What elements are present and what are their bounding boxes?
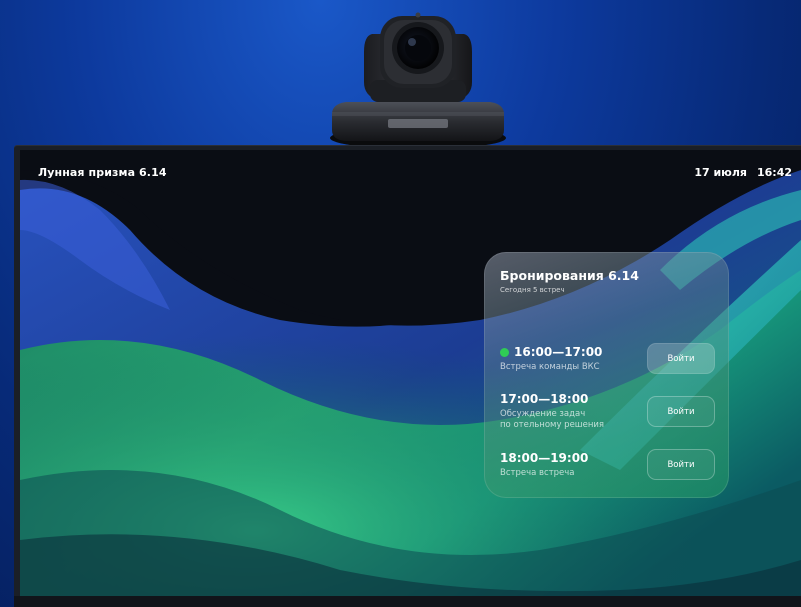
ptz-camera-icon <box>330 12 506 149</box>
join-button[interactable]: Войти <box>647 396 715 427</box>
conference-room-scene: Лунная призма 6.14 17 июля 16:42 Брониро… <box>0 0 801 607</box>
meeting-title: Встреча команды ВКС <box>500 362 600 372</box>
panel-subtitle: Сегодня 5 встреч <box>500 286 565 294</box>
room-name: Лунная призма 6.14 <box>38 166 167 179</box>
meeting-title: Встреча встреча <box>500 468 575 478</box>
meeting-item: 18:00—19:00 Встреча встреча Войти <box>500 449 715 495</box>
meeting-time: 16:00—17:00 <box>500 345 602 359</box>
join-button[interactable]: Войти <box>647 343 715 374</box>
meeting-time: 17:00—18:00 <box>500 392 588 406</box>
booking-panel: Бронирования 6.14 Сегодня 5 встреч 16:00… <box>484 252 729 498</box>
date-time-display: 17 июля 16:42 <box>694 166 792 179</box>
panel-title: Бронирования 6.14 <box>500 268 639 283</box>
current-time: 16:42 <box>756 166 792 179</box>
meeting-title-line: по отельному решения <box>500 420 605 430</box>
meeting-time-text: 17:00—18:00 <box>500 392 589 406</box>
meeting-time-text: 18:00—19:00 <box>500 451 589 465</box>
meeting-item: 16:00—17:00 Встреча команды ВКС Войти <box>500 343 715 389</box>
meeting-time-text: 16:00—17:00 <box>514 345 603 359</box>
current-date: 17 июля <box>694 166 747 179</box>
display-bottom-bezel <box>14 596 801 607</box>
meeting-time: 18:00—19:00 <box>500 451 588 465</box>
join-button[interactable]: Войти <box>647 449 715 480</box>
meeting-item: 17:00—18:00 Обсуждение задач по отельном… <box>500 392 715 436</box>
meeting-title: Обсуждение задач по отельному решения <box>500 409 640 431</box>
meeting-title-line: Обсуждение задач <box>500 409 586 419</box>
status-live-icon <box>500 347 509 357</box>
